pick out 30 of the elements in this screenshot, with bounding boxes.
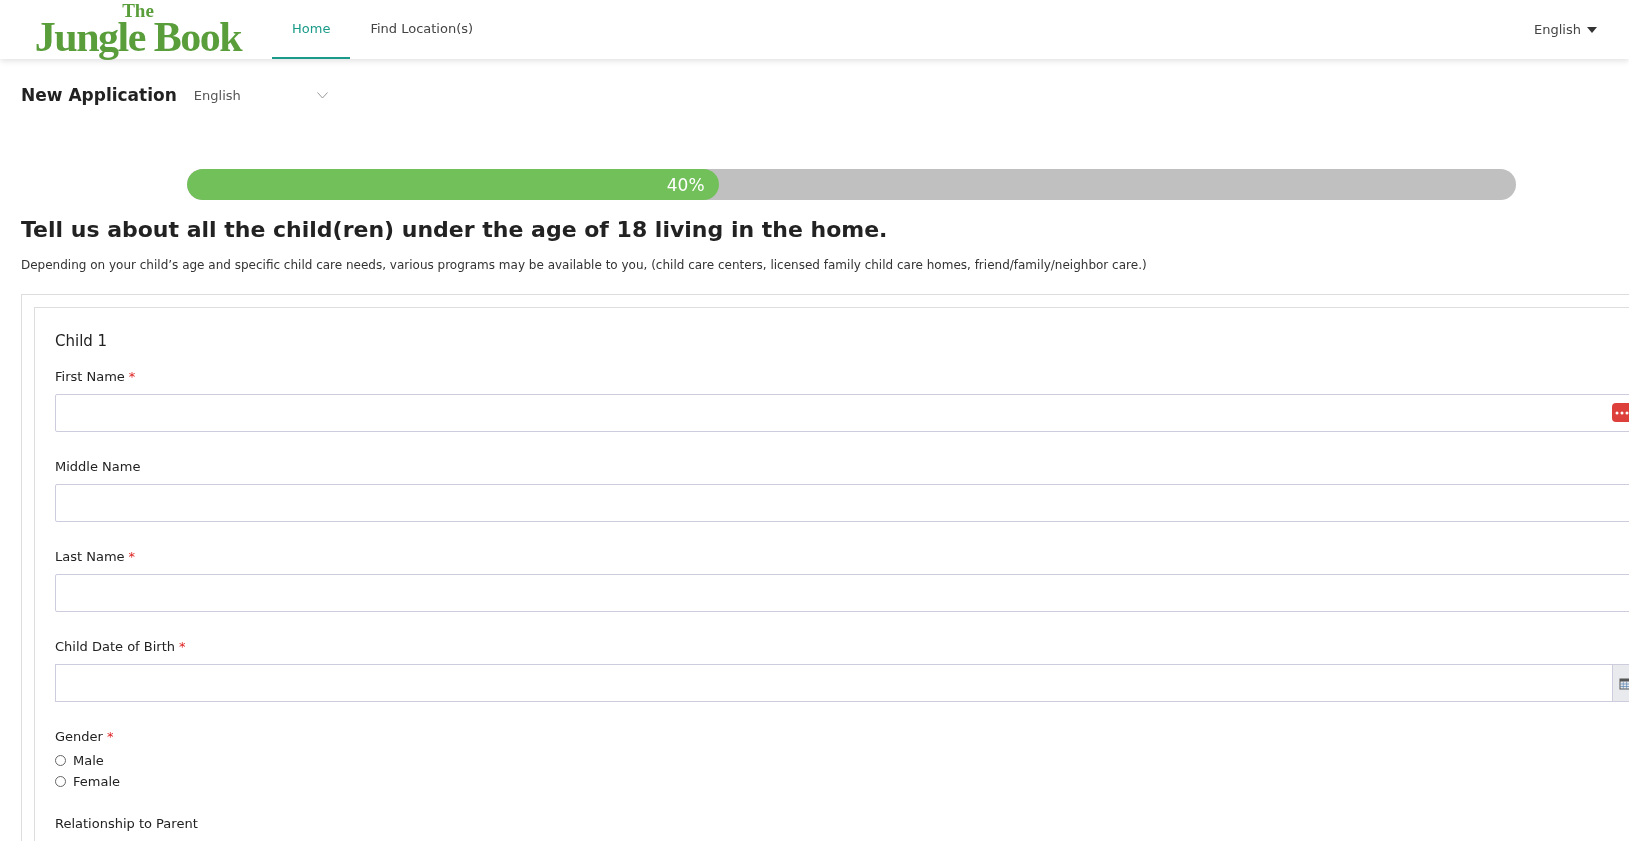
date-field[interactable] xyxy=(55,664,1629,702)
autofill-icon[interactable] xyxy=(1612,403,1629,422)
section-heading: Tell us about all the child(ren) under the age of 18 living in the home. xyxy=(21,217,889,242)
progress-reading: 40% xyxy=(666,174,706,195)
caret-icon xyxy=(1587,26,1597,33)
nav-tab[interactable]: Home xyxy=(272,0,351,59)
card-title: Child 1 xyxy=(55,332,109,350)
radio-label: Male xyxy=(73,753,104,768)
section-description: Depending on your child’s age and specific child care needs, various programs may be available to you, (child care centers, licensed family child care homes, friend/family/neighbor care.) xyxy=(21,258,1148,272)
text-field[interactable] xyxy=(55,394,1629,432)
required-mark: * xyxy=(179,639,186,654)
page-title: New Application xyxy=(21,85,177,105)
calendar-icon xyxy=(1619,676,1629,690)
field-label: First Name xyxy=(55,369,125,384)
nav-tab[interactable]: Find Location(s) xyxy=(350,0,494,59)
text-field[interactable] xyxy=(55,484,1629,522)
field-label: Child Date of Birth xyxy=(55,639,175,654)
required-mark: * xyxy=(128,369,136,384)
field-label: Gender xyxy=(55,729,103,744)
calendar-button[interactable] xyxy=(1612,665,1629,701)
radio-label: Female xyxy=(73,774,120,789)
chevron-icon xyxy=(316,91,328,99)
required-mark: * xyxy=(128,549,136,564)
field-label: Last Name xyxy=(55,549,125,564)
text-field[interactable] xyxy=(55,574,1629,612)
field-label: Relationship to Parent xyxy=(55,816,198,831)
field-label: Middle Name xyxy=(55,459,141,474)
required-mark: * xyxy=(106,729,114,744)
language-select[interactable]: English xyxy=(193,87,328,103)
language-dropdown[interactable]: English xyxy=(1534,22,1597,37)
